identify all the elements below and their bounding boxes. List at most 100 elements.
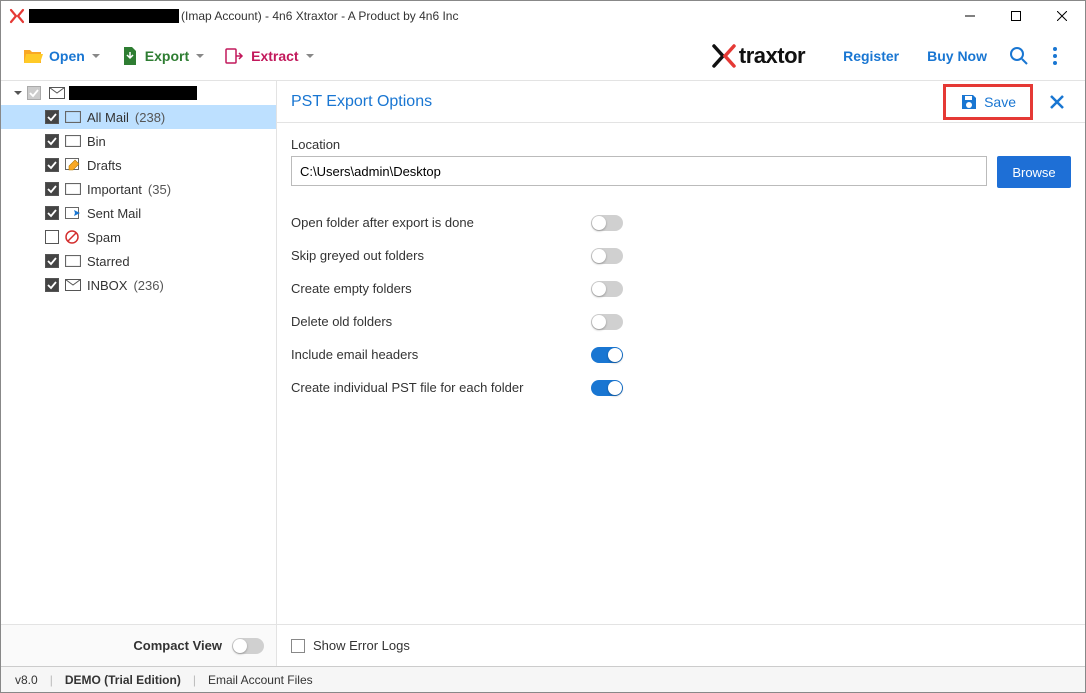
buy-now-link[interactable]: Buy Now bbox=[927, 48, 987, 64]
rect-icon bbox=[65, 133, 81, 149]
option-row: Create empty folders bbox=[291, 272, 1071, 305]
main-panel: PST Export Options Save Location Browse … bbox=[277, 81, 1085, 666]
option-row: Open folder after export is done bbox=[291, 206, 1071, 239]
brand-x-icon bbox=[711, 43, 737, 69]
panel-footer: Show Error Logs bbox=[277, 624, 1085, 666]
caret-down-icon bbox=[91, 51, 101, 61]
folder-checkbox[interactable] bbox=[45, 182, 59, 196]
close-icon bbox=[1049, 94, 1065, 110]
caret-down-icon bbox=[305, 51, 315, 61]
option-label: Include email headers bbox=[291, 347, 591, 362]
sent-icon bbox=[65, 205, 81, 221]
open-button[interactable]: Open bbox=[13, 41, 111, 71]
maximize-button[interactable] bbox=[993, 1, 1039, 31]
folder-checkbox[interactable] bbox=[45, 206, 59, 220]
folder-label: Important bbox=[87, 182, 142, 197]
title-text: (Imap Account) - 4n6 Xtraxtor - A Produc… bbox=[181, 9, 458, 23]
save-label: Save bbox=[984, 94, 1016, 110]
folder-checkbox[interactable] bbox=[45, 158, 59, 172]
show-error-logs-checkbox[interactable] bbox=[291, 639, 305, 653]
folder-label: Spam bbox=[87, 230, 121, 245]
option-toggle[interactable] bbox=[591, 281, 623, 297]
option-toggle[interactable] bbox=[591, 314, 623, 330]
toolbar: Open Export Extract traxtor Register Buy… bbox=[1, 31, 1085, 81]
close-panel-button[interactable] bbox=[1043, 88, 1071, 116]
tree-item[interactable]: Sent Mail bbox=[1, 201, 276, 225]
tree-item[interactable]: Important (35) bbox=[1, 177, 276, 201]
option-row: Skip greyed out folders bbox=[291, 239, 1071, 272]
show-error-logs-label: Show Error Logs bbox=[313, 638, 410, 653]
folder-checkbox[interactable] bbox=[45, 254, 59, 268]
more-button[interactable] bbox=[1037, 38, 1073, 74]
tree-item[interactable]: Drafts bbox=[1, 153, 276, 177]
minimize-button[interactable] bbox=[947, 1, 993, 31]
export-button[interactable]: Export bbox=[111, 40, 215, 72]
location-input[interactable] bbox=[291, 156, 987, 186]
brand: traxtor bbox=[711, 43, 805, 69]
option-toggle[interactable] bbox=[591, 215, 623, 231]
folder-label: Starred bbox=[87, 254, 130, 269]
option-label: Delete old folders bbox=[291, 314, 591, 329]
tree-root[interactable] bbox=[1, 81, 276, 105]
panel-header: PST Export Options Save bbox=[277, 81, 1085, 123]
tree-item[interactable]: Bin bbox=[1, 129, 276, 153]
folder-label: Bin bbox=[87, 134, 106, 149]
tree-item[interactable]: Spam bbox=[1, 225, 276, 249]
option-label: Skip greyed out folders bbox=[291, 248, 591, 263]
folder-label: INBOX bbox=[87, 278, 127, 293]
files-text: Email Account Files bbox=[208, 673, 313, 687]
tree-item[interactable]: INBOX (236) bbox=[1, 273, 276, 297]
option-label: Open folder after export is done bbox=[291, 215, 591, 230]
rect-icon bbox=[65, 109, 81, 125]
app-icon bbox=[9, 8, 25, 24]
compact-view-toggle[interactable] bbox=[232, 638, 264, 654]
statusbar: v8.0 | DEMO (Trial Edition) | Email Acco… bbox=[1, 666, 1085, 692]
extract-button[interactable]: Extract bbox=[215, 42, 324, 70]
close-button[interactable] bbox=[1039, 1, 1085, 31]
tree-item[interactable]: All Mail (238) bbox=[1, 105, 276, 129]
register-link[interactable]: Register bbox=[843, 48, 899, 64]
folder-label: Drafts bbox=[87, 158, 122, 173]
brand-text: traxtor bbox=[739, 43, 805, 69]
envelope-icon bbox=[49, 85, 65, 101]
folder-checkbox[interactable] bbox=[45, 230, 59, 244]
save-button[interactable]: Save bbox=[952, 89, 1024, 115]
sidebar: All Mail (238) Bin Drafts Important (35) Sen… bbox=[1, 81, 277, 666]
panel-body: Location Browse Open folder after export… bbox=[277, 123, 1085, 624]
option-row: Create individual PST file for each fold… bbox=[291, 371, 1071, 404]
option-row: Delete old folders bbox=[291, 305, 1071, 338]
caret-down-icon bbox=[13, 88, 23, 98]
tree-item[interactable]: Starred bbox=[1, 249, 276, 273]
folder-checkbox[interactable] bbox=[45, 110, 59, 124]
folder-count: (35) bbox=[148, 182, 171, 197]
compact-view-label: Compact View bbox=[133, 638, 222, 653]
rect-icon bbox=[65, 253, 81, 269]
option-label: Create individual PST file for each fold… bbox=[291, 380, 591, 395]
option-toggle[interactable] bbox=[591, 248, 623, 264]
folder-checkbox[interactable] bbox=[45, 278, 59, 292]
draft-icon bbox=[65, 157, 81, 173]
caret-down-icon bbox=[195, 51, 205, 61]
more-icon bbox=[1053, 47, 1057, 65]
titlebar: (Imap Account) - 4n6 Xtraxtor - A Produc… bbox=[1, 1, 1085, 31]
open-label: Open bbox=[49, 48, 85, 64]
folder-tree: All Mail (238) Bin Drafts Important (35) Sen… bbox=[1, 81, 276, 624]
panel-title: PST Export Options bbox=[291, 93, 432, 111]
location-label: Location bbox=[291, 137, 1071, 152]
folder-checkbox[interactable] bbox=[45, 134, 59, 148]
browse-button[interactable]: Browse bbox=[997, 156, 1071, 188]
redacted-account bbox=[29, 9, 179, 23]
root-checkbox[interactable] bbox=[27, 86, 41, 100]
spam-icon bbox=[65, 229, 81, 245]
folder-label: Sent Mail bbox=[87, 206, 141, 221]
option-toggle[interactable] bbox=[591, 380, 623, 396]
redacted-account-name bbox=[69, 86, 197, 100]
version-text: v8.0 bbox=[15, 673, 38, 687]
option-label: Create empty folders bbox=[291, 281, 591, 296]
search-button[interactable] bbox=[1001, 38, 1037, 74]
rect-icon bbox=[65, 181, 81, 197]
export-label: Export bbox=[145, 48, 189, 64]
option-row: Include email headers bbox=[291, 338, 1071, 371]
search-icon bbox=[1009, 46, 1029, 66]
option-toggle[interactable] bbox=[591, 347, 623, 363]
